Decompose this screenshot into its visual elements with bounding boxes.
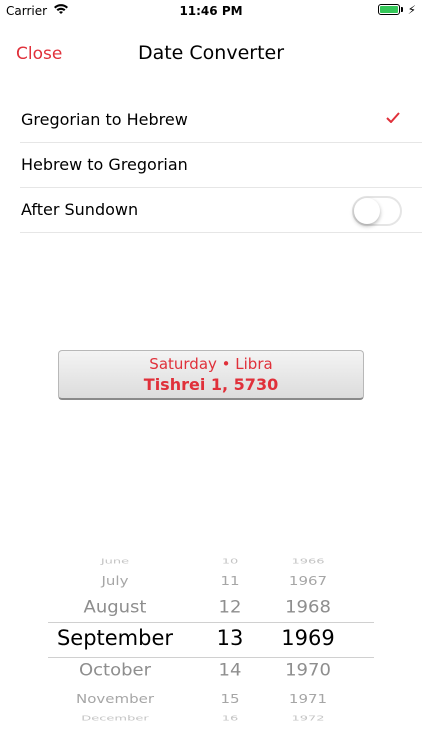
picker-day-item[interactable]: 15 <box>200 692 260 706</box>
result-hebrew-date: Tishrei 1, 5730 <box>143 375 279 394</box>
checkmark-icon <box>386 108 400 127</box>
conversion-options-list: Gregorian to Hebrew Hebrew to Gregorian … <box>20 98 422 233</box>
picker-day-item[interactable]: 13 <box>200 626 260 650</box>
picker-selection-bottom-line <box>48 657 374 658</box>
toggle-knob <box>354 198 380 224</box>
picker-year-item[interactable]: 1969 <box>268 626 348 650</box>
picker-month-item[interactable]: December <box>50 714 180 722</box>
picker-month-item[interactable]: September <box>50 626 180 650</box>
battery-tip <box>401 7 403 12</box>
converted-date-result: Saturday • Libra Tishrei 1, 5730 <box>58 350 364 400</box>
date-picker[interactable]: June July August September October November De… <box>0 540 422 725</box>
picker-day-item[interactable]: 11 <box>200 574 260 588</box>
picker-day-item[interactable]: 14 <box>200 661 260 681</box>
picker-month-item[interactable]: October <box>50 661 180 681</box>
picker-year-item[interactable]: 1970 <box>268 661 348 681</box>
option-label: After Sundown <box>21 200 139 219</box>
status-time: 11:46 PM <box>179 4 243 18</box>
picker-month-item[interactable]: November <box>50 692 180 706</box>
picker-selection-top-line <box>48 622 374 623</box>
after-sundown-toggle[interactable] <box>352 196 402 226</box>
charging-bolt-icon: ⚡ <box>407 3 416 17</box>
option-label: Hebrew to Gregorian <box>21 155 188 174</box>
navigation-bar: Close Date Converter <box>0 22 422 86</box>
result-weekday-zodiac: Saturday • Libra <box>149 355 273 373</box>
option-gregorian-to-hebrew[interactable]: Gregorian to Hebrew <box>20 98 422 143</box>
option-hebrew-to-gregorian[interactable]: Hebrew to Gregorian <box>20 143 422 188</box>
page-title: Date Converter <box>137 42 285 64</box>
option-after-sundown: After Sundown <box>20 188 422 233</box>
picker-year-item[interactable]: 1966 <box>268 557 348 565</box>
picker-year-item[interactable]: 1968 <box>268 598 348 618</box>
status-bar: Carrier 11:46 PM ⚡ <box>0 0 422 22</box>
picker-day-item[interactable]: 10 <box>200 557 260 565</box>
picker-month-item[interactable]: July <box>50 574 180 588</box>
picker-month-item[interactable]: August <box>50 598 180 618</box>
picker-year-item[interactable]: 1971 <box>268 692 348 706</box>
picker-year-item[interactable]: 1972 <box>268 714 348 722</box>
option-label: Gregorian to Hebrew <box>21 110 188 129</box>
picker-day-item[interactable]: 12 <box>200 598 260 618</box>
picker-day-item[interactable]: 16 <box>200 714 260 722</box>
battery-icon <box>378 4 400 15</box>
picker-month-item[interactable]: June <box>50 557 180 565</box>
picker-year-item[interactable]: 1967 <box>268 574 348 588</box>
